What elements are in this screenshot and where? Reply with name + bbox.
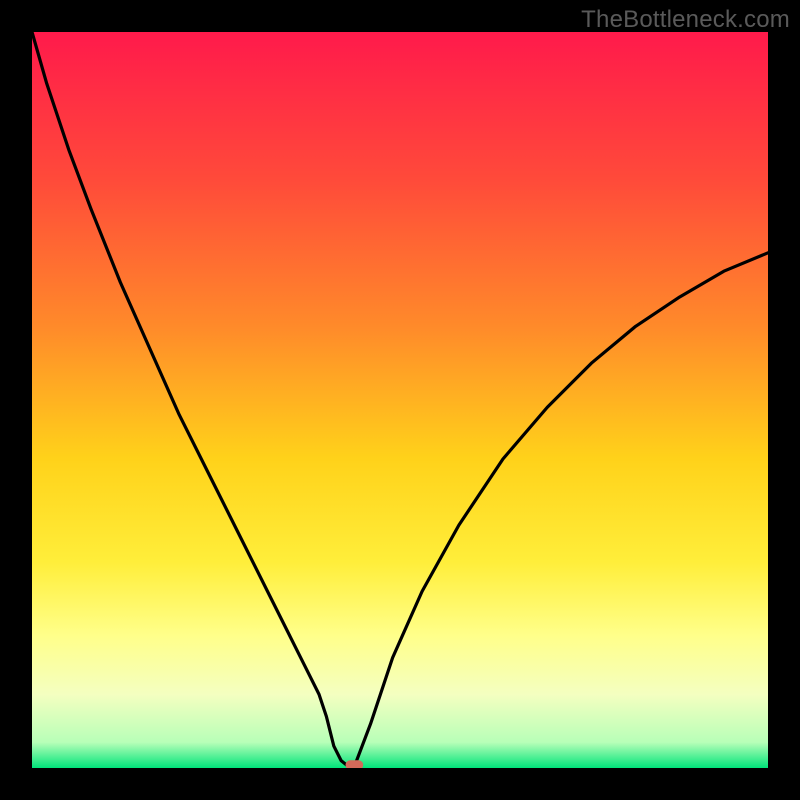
chart-canvas <box>32 32 768 768</box>
watermark-text: TheBottleneck.com <box>581 6 790 34</box>
gradient-background <box>32 32 768 768</box>
plot-area <box>32 32 768 768</box>
chart-frame: TheBottleneck.com <box>0 0 800 800</box>
optimal-point-marker <box>346 760 364 768</box>
